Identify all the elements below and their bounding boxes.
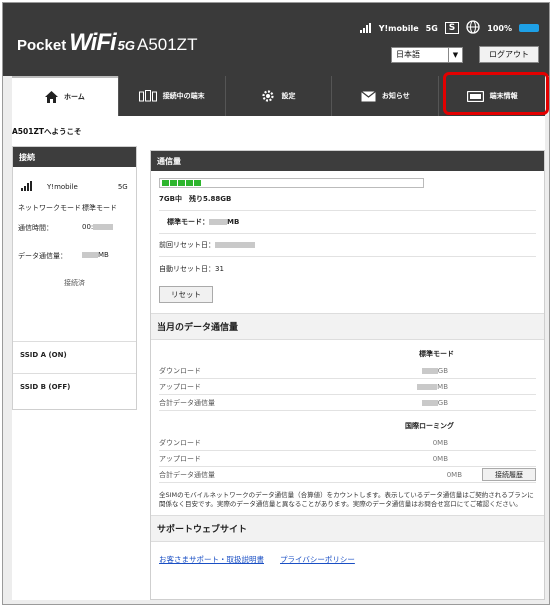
usage-progress-bar: [159, 178, 424, 188]
header: Pocket WiFi 5G A501ZT Y!mobile 5G S 100%…: [3, 3, 549, 76]
ssid-a-status[interactable]: SSID A (ON): [20, 351, 67, 359]
connection-panel: 接続 Y!mobile 5G ネットワークモード 標準モード 通信時間： 00:…: [12, 146, 137, 410]
network-mode-label: ネットワークモード: [18, 204, 81, 212]
last-reset: 前回リセット日：: [159, 234, 536, 257]
logo-5g: 5G: [117, 38, 135, 53]
highlight-box: [443, 72, 549, 115]
connection-carrier: Y!mobile: [47, 183, 78, 191]
tab-connected-devices[interactable]: 接続中の端末: [117, 76, 225, 116]
welcome-text: A501ZTへようこそ: [12, 127, 82, 136]
devices-icon: [138, 90, 157, 102]
tab-device-info[interactable]: 端末情報: [438, 72, 549, 116]
browser-frame: Pocket WiFi 5G A501ZT Y!mobile 5G S 100%…: [2, 2, 550, 605]
progress-segment: [178, 180, 185, 186]
home-icon: [45, 91, 58, 103]
usage-panel: 通信量 7GB中 残り5.88GB 標準モード： MB 前回リセット日： 自動リ…: [150, 150, 545, 600]
status-bar: Y!mobile 5G S 100%: [359, 20, 539, 36]
logo-pocket: Pocket: [17, 37, 67, 54]
usage-title: 通信量: [151, 151, 544, 171]
table-row: ダウンロード GB: [159, 363, 536, 379]
language-select[interactable]: 日本語 ▼: [391, 46, 463, 63]
tab-label: 設定: [281, 92, 296, 100]
usage-mode: 標準モード： MB: [159, 211, 536, 234]
connection-network: 5G: [117, 183, 128, 191]
logout-button[interactable]: ログアウト: [479, 46, 539, 63]
data-label: データ通信量：: [18, 252, 67, 260]
connection-status: 接続済: [64, 279, 85, 287]
battery-icon: [519, 24, 539, 32]
product-logo: Pocket WiFi 5G A501ZT: [17, 29, 197, 57]
sim-icon: S: [444, 22, 460, 34]
support-title: サポートウェブサイト: [151, 515, 544, 542]
battery-percent: 100%: [487, 23, 512, 33]
main-nav: ホーム 接続中の端末 設定 お知らせ 端末情報: [12, 72, 549, 116]
history-button[interactable]: 接続履歴: [482, 468, 536, 481]
privacy-link[interactable]: プライバシーポリシー: [280, 554, 355, 565]
progress-segment: [194, 180, 201, 186]
connection-title: 接続: [13, 147, 136, 167]
usage-note: 全SIMのモバイルネットワークのデータ通信量（合算値）をカウントします。表示して…: [159, 491, 534, 508]
chevron-down-icon: ▼: [448, 47, 462, 62]
logo-wifi: WiFi: [69, 29, 116, 56]
monthly-title: 当月のデータ通信量: [151, 313, 544, 340]
divider: [13, 341, 136, 342]
logo-model: A501ZT: [136, 35, 198, 54]
signal-icon: [21, 181, 33, 193]
globe-icon: [466, 20, 480, 36]
tab-label: 接続中の端末: [162, 92, 205, 100]
tab-label: お知らせ: [381, 92, 410, 100]
data-value: MB: [82, 251, 109, 261]
auto-reset: 自動リセット日： 31: [159, 264, 224, 273]
roaming-mode-label: 国際ローミング: [405, 422, 454, 430]
main-content: A501ZTへようこそ 接続 Y!mobile 5G ネットワークモード 標準モ…: [12, 116, 545, 600]
tab-notifications[interactable]: お知らせ: [331, 76, 438, 116]
divider: [13, 373, 136, 374]
reset-button[interactable]: リセット: [159, 286, 213, 303]
tab-home[interactable]: ホーム: [12, 76, 118, 116]
progress-segment: [186, 180, 193, 186]
progress-segment: [162, 180, 169, 186]
gear-icon: [261, 89, 275, 103]
tab-label: ホーム: [64, 93, 85, 101]
tab-settings[interactable]: 設定: [224, 76, 332, 116]
language-value: 日本語: [396, 50, 420, 59]
envelope-icon: [360, 90, 376, 102]
table-row: アップロード MB: [159, 379, 536, 395]
time-value: 00:: [82, 223, 114, 233]
network-type: 5G: [425, 23, 438, 33]
standard-mode-label: 標準モード: [419, 350, 454, 358]
usage-summary: 7GB中 残り5.88GB: [159, 188, 536, 211]
table-row: 合計データ通信量 GB: [159, 395, 536, 411]
table-row: アップロード 0MB: [159, 451, 536, 467]
support-link[interactable]: お客さまサポート・取扱説明書: [159, 554, 264, 565]
ssid-b-status[interactable]: SSID B (OFF): [20, 383, 70, 391]
carrier-name: Y!mobile: [378, 23, 419, 33]
network-mode-value: 標準モード: [82, 204, 117, 212]
progress-segment: [170, 180, 177, 186]
time-label: 通信時間：: [18, 224, 53, 232]
table-row: 合計データ通信量 0MB 接続履歴: [159, 467, 536, 483]
signal-icon: [359, 23, 372, 33]
table-row: ダウンロード 0MB: [159, 435, 536, 451]
